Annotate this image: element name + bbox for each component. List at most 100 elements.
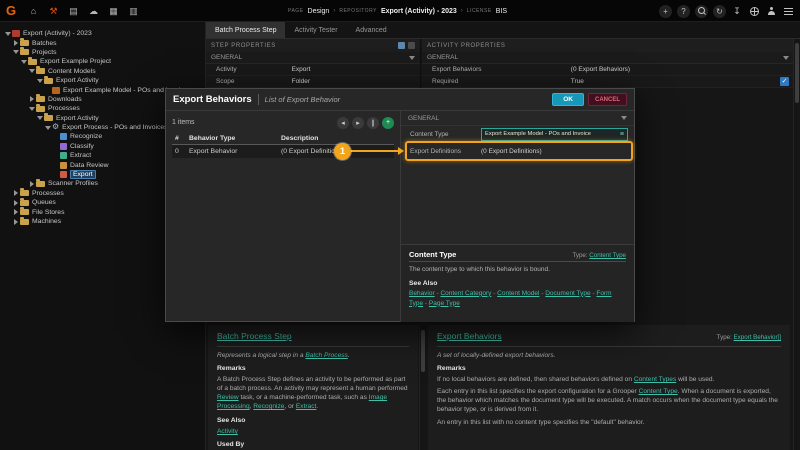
collapse-icon[interactable] [20,60,27,64]
tree-item-batches[interactable]: Batches [0,38,205,47]
export-definitions-row[interactable]: Export Definitions (0 Export Definitions… [401,143,634,160]
tree-item-projects[interactable]: Projects [0,48,205,57]
collapse-icon[interactable] [36,116,43,120]
content-type-dropdown[interactable]: Export Example Model - POs and Invoice ≡ [481,128,628,141]
license-value[interactable]: BIS [496,8,507,15]
search-icon[interactable] [695,5,708,18]
save-icon[interactable] [398,42,405,49]
general-section-header[interactable]: GENERAL [206,52,420,64]
content-type-row[interactable]: Content Type Export Example Model - POs … [401,126,634,143]
property-row-scope[interactable]: Scope Folder [206,76,420,88]
content-types-link[interactable]: Content Types [634,376,676,383]
column-number[interactable]: # [172,133,186,145]
tab-activity-tester[interactable]: Activity Tester [285,22,346,38]
tree-item-content-models[interactable]: Content Models [0,67,205,76]
collapse-icon[interactable] [28,69,35,73]
dialog-title-bar: Export Behaviors List of Export Behavior… [166,89,634,111]
export-behavior-type-link[interactable]: Export Behavior[] [734,334,781,341]
dropdown-menu-icon[interactable]: ≡ [620,131,624,138]
main-scrollbar[interactable] [793,39,799,450]
repository-value[interactable]: Export (Activity) - 2023 [381,8,457,15]
general-section-header[interactable]: GENERAL [401,111,634,126]
expand-icon[interactable] [12,40,19,46]
collapse-icon[interactable] [44,126,51,130]
folder-icon [20,40,29,46]
batch-tools-icon[interactable]: ⚒ [48,6,59,17]
export-icon [60,171,67,178]
property-row-required[interactable]: Required True ✓ [422,76,794,88]
expand-icon[interactable] [12,219,19,225]
batch-process-link[interactable]: Batch Process [305,352,348,359]
collapse-icon[interactable] [28,107,35,111]
content-model-link[interactable]: Content Model [497,290,539,297]
content-category-link[interactable]: Content Category [440,290,491,297]
ok-button[interactable]: OK [552,93,584,106]
column-behavior-type[interactable]: Behavior Type [186,133,278,145]
content-type-link[interactable]: Content Type [639,388,678,395]
add-item-icon[interactable]: + [382,117,394,129]
folder-icon [36,68,45,74]
activity-link[interactable]: Activity [217,428,238,435]
column-description[interactable]: Description [278,133,394,145]
expand-icon[interactable] [28,96,35,102]
collapse-icon[interactable] [36,79,43,83]
scrollbar-thumb[interactable] [795,43,799,103]
expand-icon[interactable] [28,181,35,187]
apps-icon[interactable]: ▦ [108,6,119,17]
expand-icon[interactable] [12,190,19,196]
recognize-link[interactable]: Recognize [253,403,284,410]
tree-label: Downloads [48,96,82,103]
cancel-button[interactable]: CANCEL [588,93,627,106]
repository-icon [12,30,20,37]
review-link[interactable]: Review [217,394,239,401]
help-body: The content type to which this behavior … [409,266,626,275]
menu-icon[interactable] [782,5,794,18]
property-row-activity[interactable]: Activity Export [206,64,420,76]
required-checkbox-icon[interactable]: ✓ [780,77,789,86]
export-behaviors-link[interactable]: Export Behaviors [437,331,502,343]
cloud-icon[interactable]: ☁ [88,6,99,17]
property-value: Export [292,66,311,73]
home-icon[interactable]: ⌂ [28,6,39,16]
globe-icon[interactable] [748,5,760,18]
tab-advanced[interactable]: Advanced [347,22,396,38]
expand-icon[interactable] [12,209,19,215]
collapse-icon[interactable] [4,32,11,36]
move-up-icon[interactable]: ◂ [337,117,349,129]
tab-batch-process-step[interactable]: Batch Process Step [206,22,285,38]
tree-item-export-activity-models[interactable]: Export Activity [0,76,205,85]
archive-icon[interactable]: ▤ [68,6,79,17]
page-type-link[interactable]: Page Type [429,300,460,307]
expand-icon[interactable] [12,200,19,206]
refresh-icon[interactable]: ↻ [713,5,726,18]
property-row-export-behaviors[interactable]: Export Behaviors (0 Export Behaviors) [422,64,794,76]
add-icon[interactable]: + [659,5,672,18]
scrollbar-thumb[interactable] [421,330,425,372]
batch-process-step-link[interactable]: Batch Process Step [217,331,292,343]
tree-item-export-example-project[interactable]: Export Example Project [0,57,205,66]
download-icon[interactable]: ↧ [731,5,743,18]
help-icon[interactable]: ? [677,5,690,18]
text-segment: Each entry in this list specifies the ex… [437,388,639,395]
tree-label: Export [70,170,96,179]
revert-icon[interactable] [408,42,415,49]
tree-label: Recognize [70,133,102,140]
user-icon[interactable] [765,5,777,18]
chevron-down-icon [621,116,627,120]
behavior-link[interactable]: Behavior [409,290,435,297]
general-section-header[interactable]: GENERAL [422,52,794,64]
main-toolbar: ⌂ ⚒ ▤ ☁ ▦ ▥ [28,0,139,22]
folder-icon [20,200,29,206]
content-type-type-link[interactable]: Content Type [589,252,626,259]
content-model-icon [52,87,60,94]
document-type-link[interactable]: Document Type [545,290,590,297]
tree-item-repository-root[interactable]: Export (Activity) - 2023 [0,29,205,38]
extract-link[interactable]: Extract [296,403,317,410]
help-panel-scrollbar[interactable] [419,325,425,450]
move-down-icon[interactable]: ▸ [352,117,364,129]
grooper-logo[interactable]: G [6,3,16,18]
page-value[interactable]: Design [308,8,330,15]
stats-icon[interactable]: ▥ [128,6,139,17]
collapse-icon[interactable] [12,50,19,54]
pause-icon[interactable]: ∥ [367,117,379,129]
